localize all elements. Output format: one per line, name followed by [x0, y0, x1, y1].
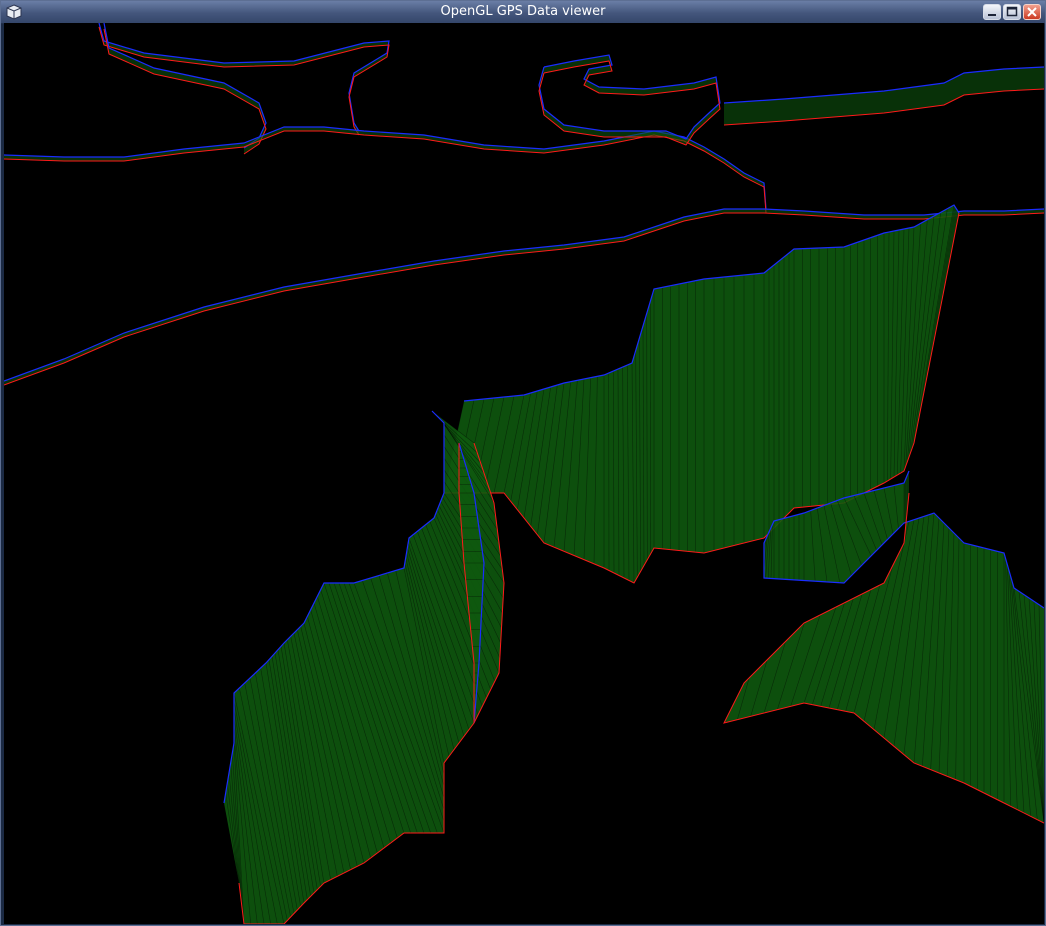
track-far-left-loop-top-edge [98, 23, 390, 132]
minimize-icon[interactable] [983, 4, 1001, 20]
track-far-horizon-bottom-edge [4, 130, 767, 214]
maximize-icon[interactable] [1003, 4, 1021, 20]
track-far-curve-fill [104, 23, 266, 154]
gps-track-3d-view[interactable] [4, 23, 1044, 924]
window-title: OpenGL GPS Data viewer [440, 4, 606, 19]
gl-viewport[interactable] [4, 23, 1044, 924]
track-far-left-loop-bottom-edge [98, 26, 390, 136]
track-far-horizon-fill [4, 127, 766, 213]
close-icon[interactable] [1023, 4, 1041, 20]
track-far-left-loop-fill [99, 23, 389, 135]
track-far-curve-top-edge [103, 23, 267, 149]
window-controls [983, 4, 1041, 20]
track-far-right-band-fill [724, 67, 1044, 125]
title-bar[interactable]: OpenGL GPS Data viewer [1, 1, 1045, 24]
app-window: OpenGL GPS Data viewer [0, 0, 1046, 926]
track-far-horizon-top-edge [4, 126, 767, 210]
